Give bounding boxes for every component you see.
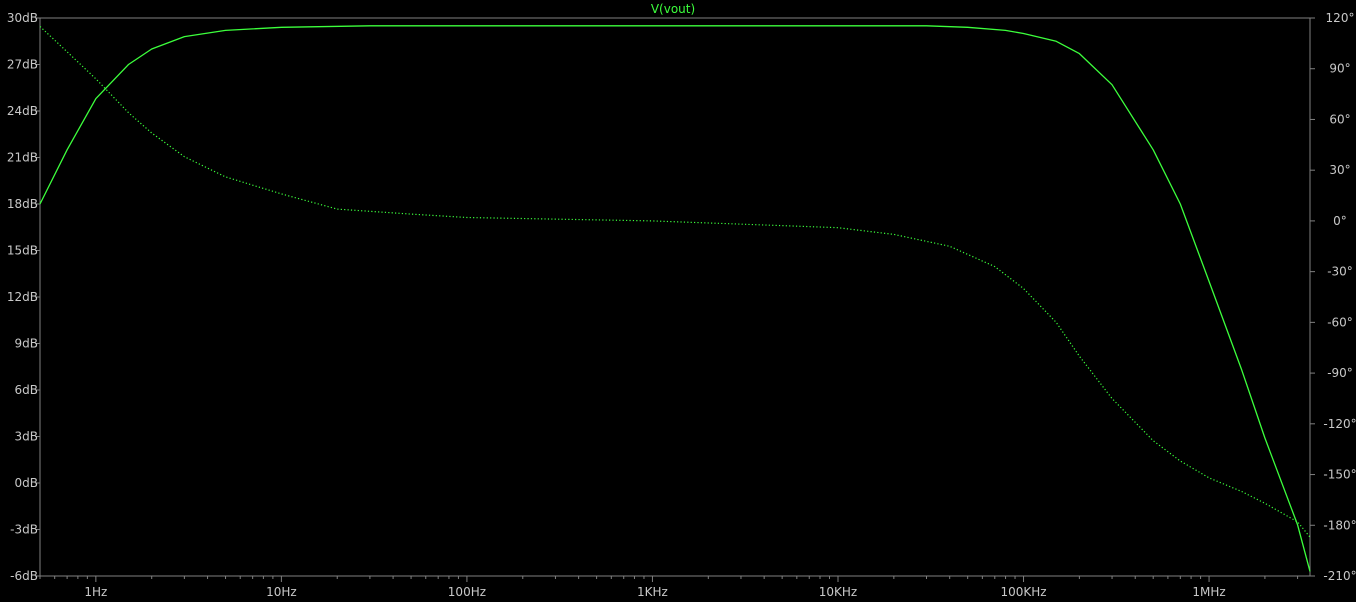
y-left-tick-label: 3dB [15, 430, 38, 444]
y-left-tick-label: -6dB [10, 569, 38, 583]
y-right-tick-label: 60° [1329, 112, 1350, 126]
y-right-tick-label: -150° [1323, 468, 1356, 482]
x-tick-label: 1KHz [637, 585, 668, 599]
traces [39, 25, 1311, 572]
y-left-tick-label: 15dB [7, 244, 38, 258]
y-left-tick-label: 0dB [15, 476, 38, 490]
y-left-tick-label: 12dB [7, 290, 38, 304]
x-axis-frequency: 1Hz 10Hz 100Hz 1KHz 10KHz 100KHz 1MHz [39, 576, 1299, 599]
y-right-tick-label: 30° [1329, 163, 1350, 177]
y-left-tick-label: 24dB [7, 104, 38, 118]
y-right-tick-label: -180° [1323, 518, 1356, 532]
y-left-tick-label: -3dB [10, 523, 38, 537]
x-tick-label: 100KHz [1000, 585, 1046, 599]
y-right-tick-label: 120° [1326, 11, 1355, 25]
plot-frame [39, 17, 1311, 577]
right-axis-phase: 120° 90° 60° 30° 0° -30° -60° -90° -120° -150° -18… [1310, 11, 1356, 583]
y-right-tick-label: -90° [1327, 366, 1353, 380]
y-right-tick-label: 90° [1329, 62, 1350, 76]
y-right-tick-label: 0° [1333, 214, 1347, 228]
x-tick-label: 1Hz [84, 585, 107, 599]
y-left-tick-label: 18dB [7, 197, 38, 211]
y-left-tick-label: 6dB [15, 383, 38, 397]
x-tick-label: 10Hz [266, 585, 297, 599]
x-tick-label: 10KHz [819, 585, 857, 599]
x-tick-label: 100Hz [448, 585, 486, 599]
y-left-tick-label: 21dB [7, 151, 38, 165]
left-axis-db: 30dB 27dB 24dB 21dB 18dB 15dB 12dB 9dB 6dB 3dB 0dB… [7, 11, 40, 583]
bode-plot: V(vout) 30dB 27dB 24dB 21dB 18dB 15dB 12dB 9dB 6… [7, 2, 1356, 599]
x-tick-label: 1MHz [1192, 585, 1225, 599]
y-right-tick-label: -60° [1327, 315, 1353, 329]
y-right-tick-label: -30° [1327, 265, 1353, 279]
y-left-tick-label: 9dB [15, 337, 38, 351]
y-left-tick-label: 27dB [7, 58, 38, 72]
y-left-tick-label: 30dB [7, 11, 38, 25]
phase-trace [39, 26, 1311, 538]
chart-title: V(vout) [651, 2, 695, 16]
y-right-tick-label: -210° [1323, 569, 1356, 583]
y-right-tick-label: -120° [1323, 417, 1356, 431]
magnitude-trace [39, 25, 1311, 572]
